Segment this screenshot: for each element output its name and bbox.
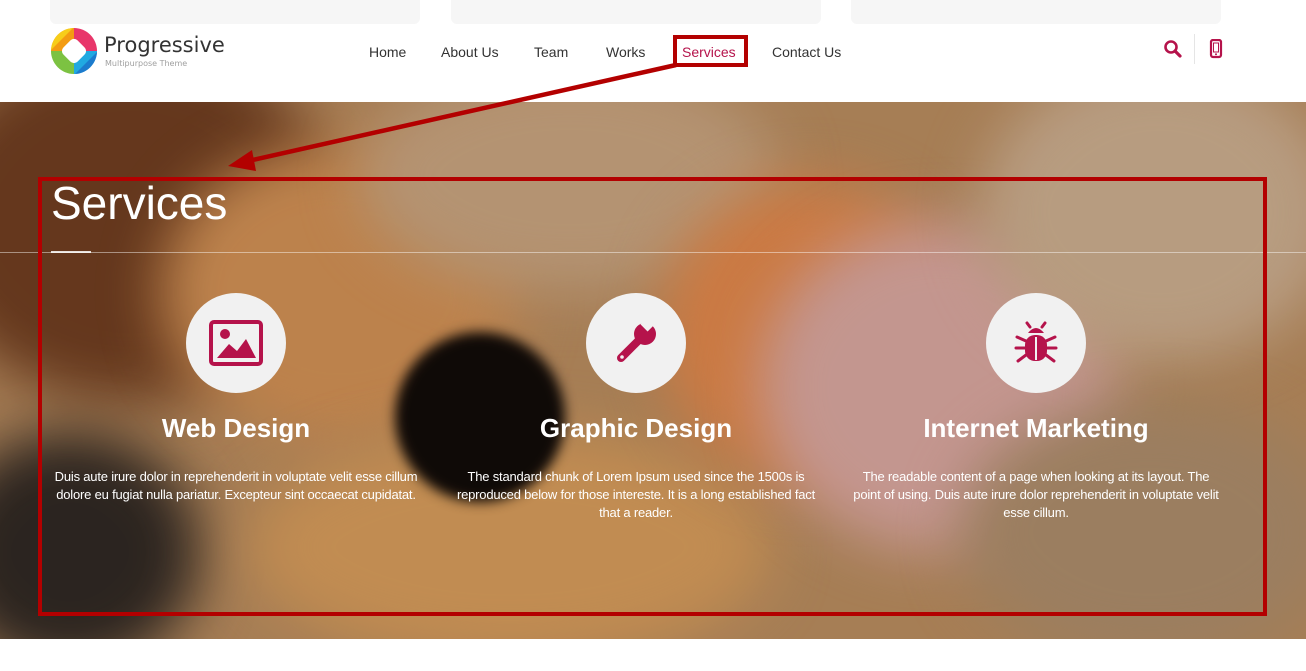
annotation-arrow-icon <box>228 62 677 171</box>
page: Progressive Multipurpose Theme Home Abou… <box>0 0 1306 671</box>
